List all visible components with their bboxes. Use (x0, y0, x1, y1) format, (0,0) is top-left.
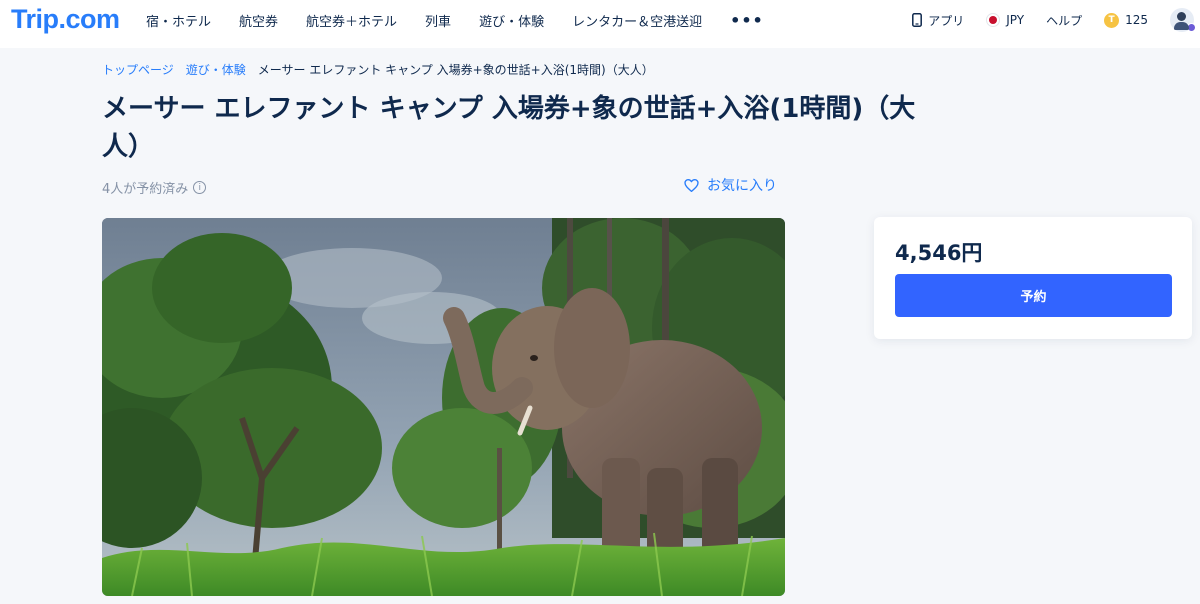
booking-card: 4,546円 予約 (874, 217, 1192, 339)
breadcrumb-home[interactable]: トップページ (102, 61, 174, 78)
user-avatar[interactable] (1170, 8, 1196, 32)
nav-flight-hotel[interactable]: 航空券＋ホテル (306, 11, 397, 30)
nav-flights[interactable]: 航空券 (239, 11, 278, 30)
price-value: 4,546円 (895, 241, 983, 265)
app-download-link[interactable]: アプリ (912, 12, 964, 29)
phone-icon (912, 13, 923, 27)
trip-com-logo[interactable]: Trip.com (11, 4, 120, 35)
favorite-label: お気に入り (707, 178, 777, 194)
main-nav: 宿・ホテル 航空券 航空券＋ホテル 列車 遊び・体験 レンタカー＆空港送迎 ••… (146, 0, 764, 40)
coins-value: 125 (1125, 13, 1148, 27)
heart-icon (684, 178, 699, 192)
info-icon[interactable]: i (193, 181, 207, 194)
booking-count: 4人が予約済み i (102, 178, 207, 197)
elephant-photo-illustration (102, 218, 785, 596)
nav-hotels[interactable]: 宿・ホテル (146, 11, 211, 30)
app-label: アプリ (928, 13, 965, 28)
trip-coins[interactable]: T 125 (1104, 12, 1148, 28)
booking-count-text: 4人が予約済み (102, 182, 189, 197)
favorite-button[interactable]: お気に入り (684, 175, 777, 195)
more-menu-button[interactable]: ••• (730, 11, 764, 30)
top-navigation-bar: Trip.com 宿・ホテル 航空券 航空券＋ホテル 列車 遊び・体験 レンタカ… (0, 0, 1200, 48)
nav-car-rental[interactable]: レンタカー＆空港送迎 (572, 11, 702, 30)
coin-icon: T (1104, 12, 1120, 28)
breadcrumb-activities[interactable]: 遊び・体験 (186, 61, 246, 78)
help-link[interactable]: ヘルプ (1046, 12, 1082, 29)
nav-activities[interactable]: 遊び・体験 (479, 11, 544, 30)
breadcrumb-current: メーサー エレファント キャンプ 入場券+象の世話+入浴(1時間)（大人） (257, 63, 654, 77)
currency-selector[interactable]: JPY (986, 13, 1024, 27)
currency-label: JPY (1006, 13, 1025, 27)
breadcrumb: トップページ 遊び・体験 メーサー エレファント キャンプ 入場券+象の世話+入… (102, 61, 654, 78)
header-tools: アプリ JPY ヘルプ T 125 (912, 0, 1200, 40)
nav-trains[interactable]: 列車 (425, 11, 451, 30)
member-badge-icon (1187, 23, 1196, 32)
coin-symbol: T (1104, 12, 1120, 28)
page-title: メーサー エレファント キャンプ 入場券+象の世話+入浴(1時間)（大人） (102, 94, 916, 162)
book-button[interactable]: 予約 (895, 274, 1172, 317)
product-photo[interactable] (102, 218, 785, 596)
japan-flag-icon (986, 13, 1001, 27)
